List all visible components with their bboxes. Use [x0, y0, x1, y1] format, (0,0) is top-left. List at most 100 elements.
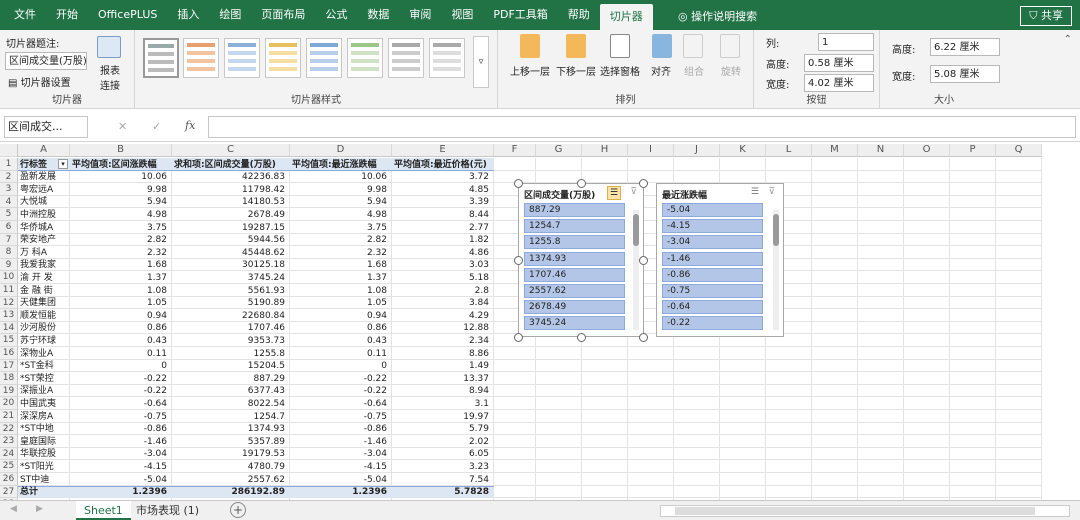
slicer-item[interactable]: -5.04	[662, 203, 763, 217]
row-header[interactable]: 2	[0, 170, 18, 184]
pivot-cell[interactable]: 3.1	[394, 398, 492, 410]
pivot-cell[interactable]: 13.37	[394, 373, 492, 385]
pivot-cell[interactable]: 2.32	[292, 247, 390, 259]
row-header[interactable]: 5	[0, 208, 18, 221]
menu-tab[interactable]: 切片器	[599, 4, 653, 30]
row-header[interactable]: 1	[0, 158, 18, 171]
pivot-cell[interactable]: 4.85	[394, 184, 492, 196]
resize-handle[interactable]	[514, 256, 523, 265]
pivot-cell[interactable]: 深物业A	[20, 348, 68, 360]
slicer-style-1[interactable]	[143, 38, 179, 78]
pivot-cell[interactable]: 0.43	[72, 335, 170, 347]
pivot-cell[interactable]: -1.46	[72, 436, 170, 448]
slicer-item[interactable]: 3745.24	[524, 316, 625, 331]
styles-more-icon[interactable]: ▿	[473, 36, 489, 88]
slicer-item[interactable]: -1.46	[662, 251, 763, 266]
row-header[interactable]: 8	[0, 246, 18, 259]
pivot-cell[interactable]: -0.64	[292, 398, 390, 410]
pivot-cell[interactable]: 3.39	[394, 196, 492, 208]
button-height-input[interactable]: 0.58 厘米	[804, 54, 874, 72]
slicer-item[interactable]: -3.04	[662, 235, 763, 250]
pivot-cell[interactable]: 1707.46	[174, 322, 288, 334]
filter-dropdown-icon[interactable]: ▾	[58, 159, 68, 169]
pivot-cell[interactable]: -0.22	[72, 373, 170, 385]
menu-tab[interactable]: 帮助	[558, 0, 600, 30]
slicer-width-input[interactable]: 5.08 厘米	[930, 65, 1000, 83]
pivot-cell[interactable]: 5.94	[292, 196, 390, 208]
menu-tab[interactable]: 插入	[167, 0, 209, 30]
row-header[interactable]: 17	[0, 359, 18, 373]
pivot-cell[interactable]: 我爱我家	[20, 259, 68, 271]
column-header[interactable]: L	[766, 144, 812, 157]
pivot-cell[interactable]: 5.7828	[394, 486, 492, 498]
menu-tab[interactable]: 视图	[441, 0, 483, 30]
pivot-cell[interactable]: 1.37	[292, 272, 390, 284]
pivot-header-cell[interactable]: 平均值项:最近价格(元)	[394, 159, 492, 171]
pivot-cell[interactable]: 沙河股份	[20, 322, 68, 334]
pivot-header-cell[interactable]: 平均值项:最近涨跌幅	[292, 159, 390, 171]
column-header[interactable]: C	[172, 144, 290, 157]
pivot-cell[interactable]: 4.29	[394, 310, 492, 322]
menu-tab[interactable]: 公式	[315, 0, 357, 30]
pivot-cell[interactable]: 4.98	[72, 209, 170, 221]
pivot-cell[interactable]: 286192.89	[174, 486, 288, 498]
menu-tab[interactable]: 页面布局	[251, 0, 315, 30]
pivot-header-cell[interactable]: 求和项:区间成交量(万股)	[174, 159, 288, 171]
slicer-item[interactable]: 1374.93	[524, 251, 625, 266]
horizontal-scrollbar[interactable]	[660, 505, 1070, 517]
pivot-cell[interactable]: 金 融 街	[20, 285, 68, 297]
pivot-cell[interactable]: -0.75	[72, 411, 170, 423]
slicer-style-4[interactable]	[265, 38, 301, 78]
slicer-item[interactable]: -4.15	[662, 219, 763, 234]
columns-input[interactable]: 1	[818, 33, 874, 51]
pivot-cell[interactable]: 1.2396	[292, 486, 390, 498]
sheet-tab-market[interactable]: 市场表现 (1)	[128, 501, 207, 520]
column-header[interactable]: N	[858, 144, 904, 157]
collapse-ribbon-icon[interactable]: ⌃	[1064, 34, 1072, 45]
column-header[interactable]: H	[582, 144, 628, 157]
slicer-style-5[interactable]	[306, 38, 342, 78]
menu-tab[interactable]: 数据	[357, 0, 399, 30]
bring-forward-button[interactable]: 上移一层	[510, 63, 550, 78]
pivot-cell[interactable]: 14180.53	[174, 196, 288, 208]
pivot-cell[interactable]: -0.86	[292, 423, 390, 435]
pivot-cell[interactable]: 9.98	[292, 184, 390, 196]
pivot-cell[interactable]: 9.98	[72, 184, 170, 196]
pivot-cell[interactable]: 4.86	[394, 247, 492, 259]
pivot-cell[interactable]: 渝 开 发	[20, 272, 68, 284]
row-header[interactable]: 15	[0, 334, 18, 347]
pivot-cell[interactable]: -1.46	[292, 436, 390, 448]
align-button[interactable]: 对齐	[651, 63, 671, 78]
pivot-cell[interactable]: 3.75	[72, 222, 170, 234]
pivot-cell[interactable]: *ST荣控	[20, 373, 68, 385]
prev-sheet-icon[interactable]: ◀	[10, 504, 17, 514]
row-header[interactable]: 14	[0, 321, 18, 335]
row-header[interactable]: 27	[0, 485, 18, 499]
pivot-cell[interactable]: -5.04	[72, 474, 170, 486]
multi-select-icon[interactable]: ☰	[607, 186, 621, 200]
pivot-cell[interactable]: 19.97	[394, 411, 492, 423]
pivot-cell[interactable]: -3.04	[72, 448, 170, 460]
cancel-icon[interactable]: ✕	[118, 120, 127, 133]
formula-input[interactable]	[208, 116, 1076, 138]
resize-handle[interactable]	[577, 333, 586, 342]
slicer-style-8[interactable]	[429, 38, 465, 78]
scroll-thumb[interactable]	[773, 214, 779, 246]
resize-handle[interactable]	[639, 333, 648, 342]
row-header[interactable]: 11	[0, 284, 18, 297]
slicer-settings-button[interactable]: ▤ 切片器设置	[8, 74, 71, 89]
column-header[interactable]: G	[536, 144, 582, 157]
pivot-cell[interactable]: 9353.73	[174, 335, 288, 347]
pivot-cell[interactable]: 6.05	[394, 448, 492, 460]
pivot-cell[interactable]: -4.15	[292, 461, 390, 473]
resize-handle[interactable]	[639, 179, 648, 188]
pivot-cell[interactable]: 1374.93	[174, 423, 288, 435]
column-header[interactable]: P	[950, 144, 996, 157]
pivot-cell[interactable]: *ST阳光	[20, 461, 68, 473]
pivot-cell[interactable]: 7.54	[394, 474, 492, 486]
pivot-cell[interactable]: 1.2396	[72, 486, 170, 498]
pivot-cell[interactable]: 8.94	[394, 385, 492, 397]
slicer-recent-change[interactable]: 最近涨跌幅 ☰ ⊽ -5.04 -4.15 -3.04 -1.46 -0.86 -0.75…	[656, 183, 784, 337]
confirm-icon[interactable]: ✓	[152, 120, 161, 133]
pivot-cell[interactable]: 0.94	[72, 310, 170, 322]
